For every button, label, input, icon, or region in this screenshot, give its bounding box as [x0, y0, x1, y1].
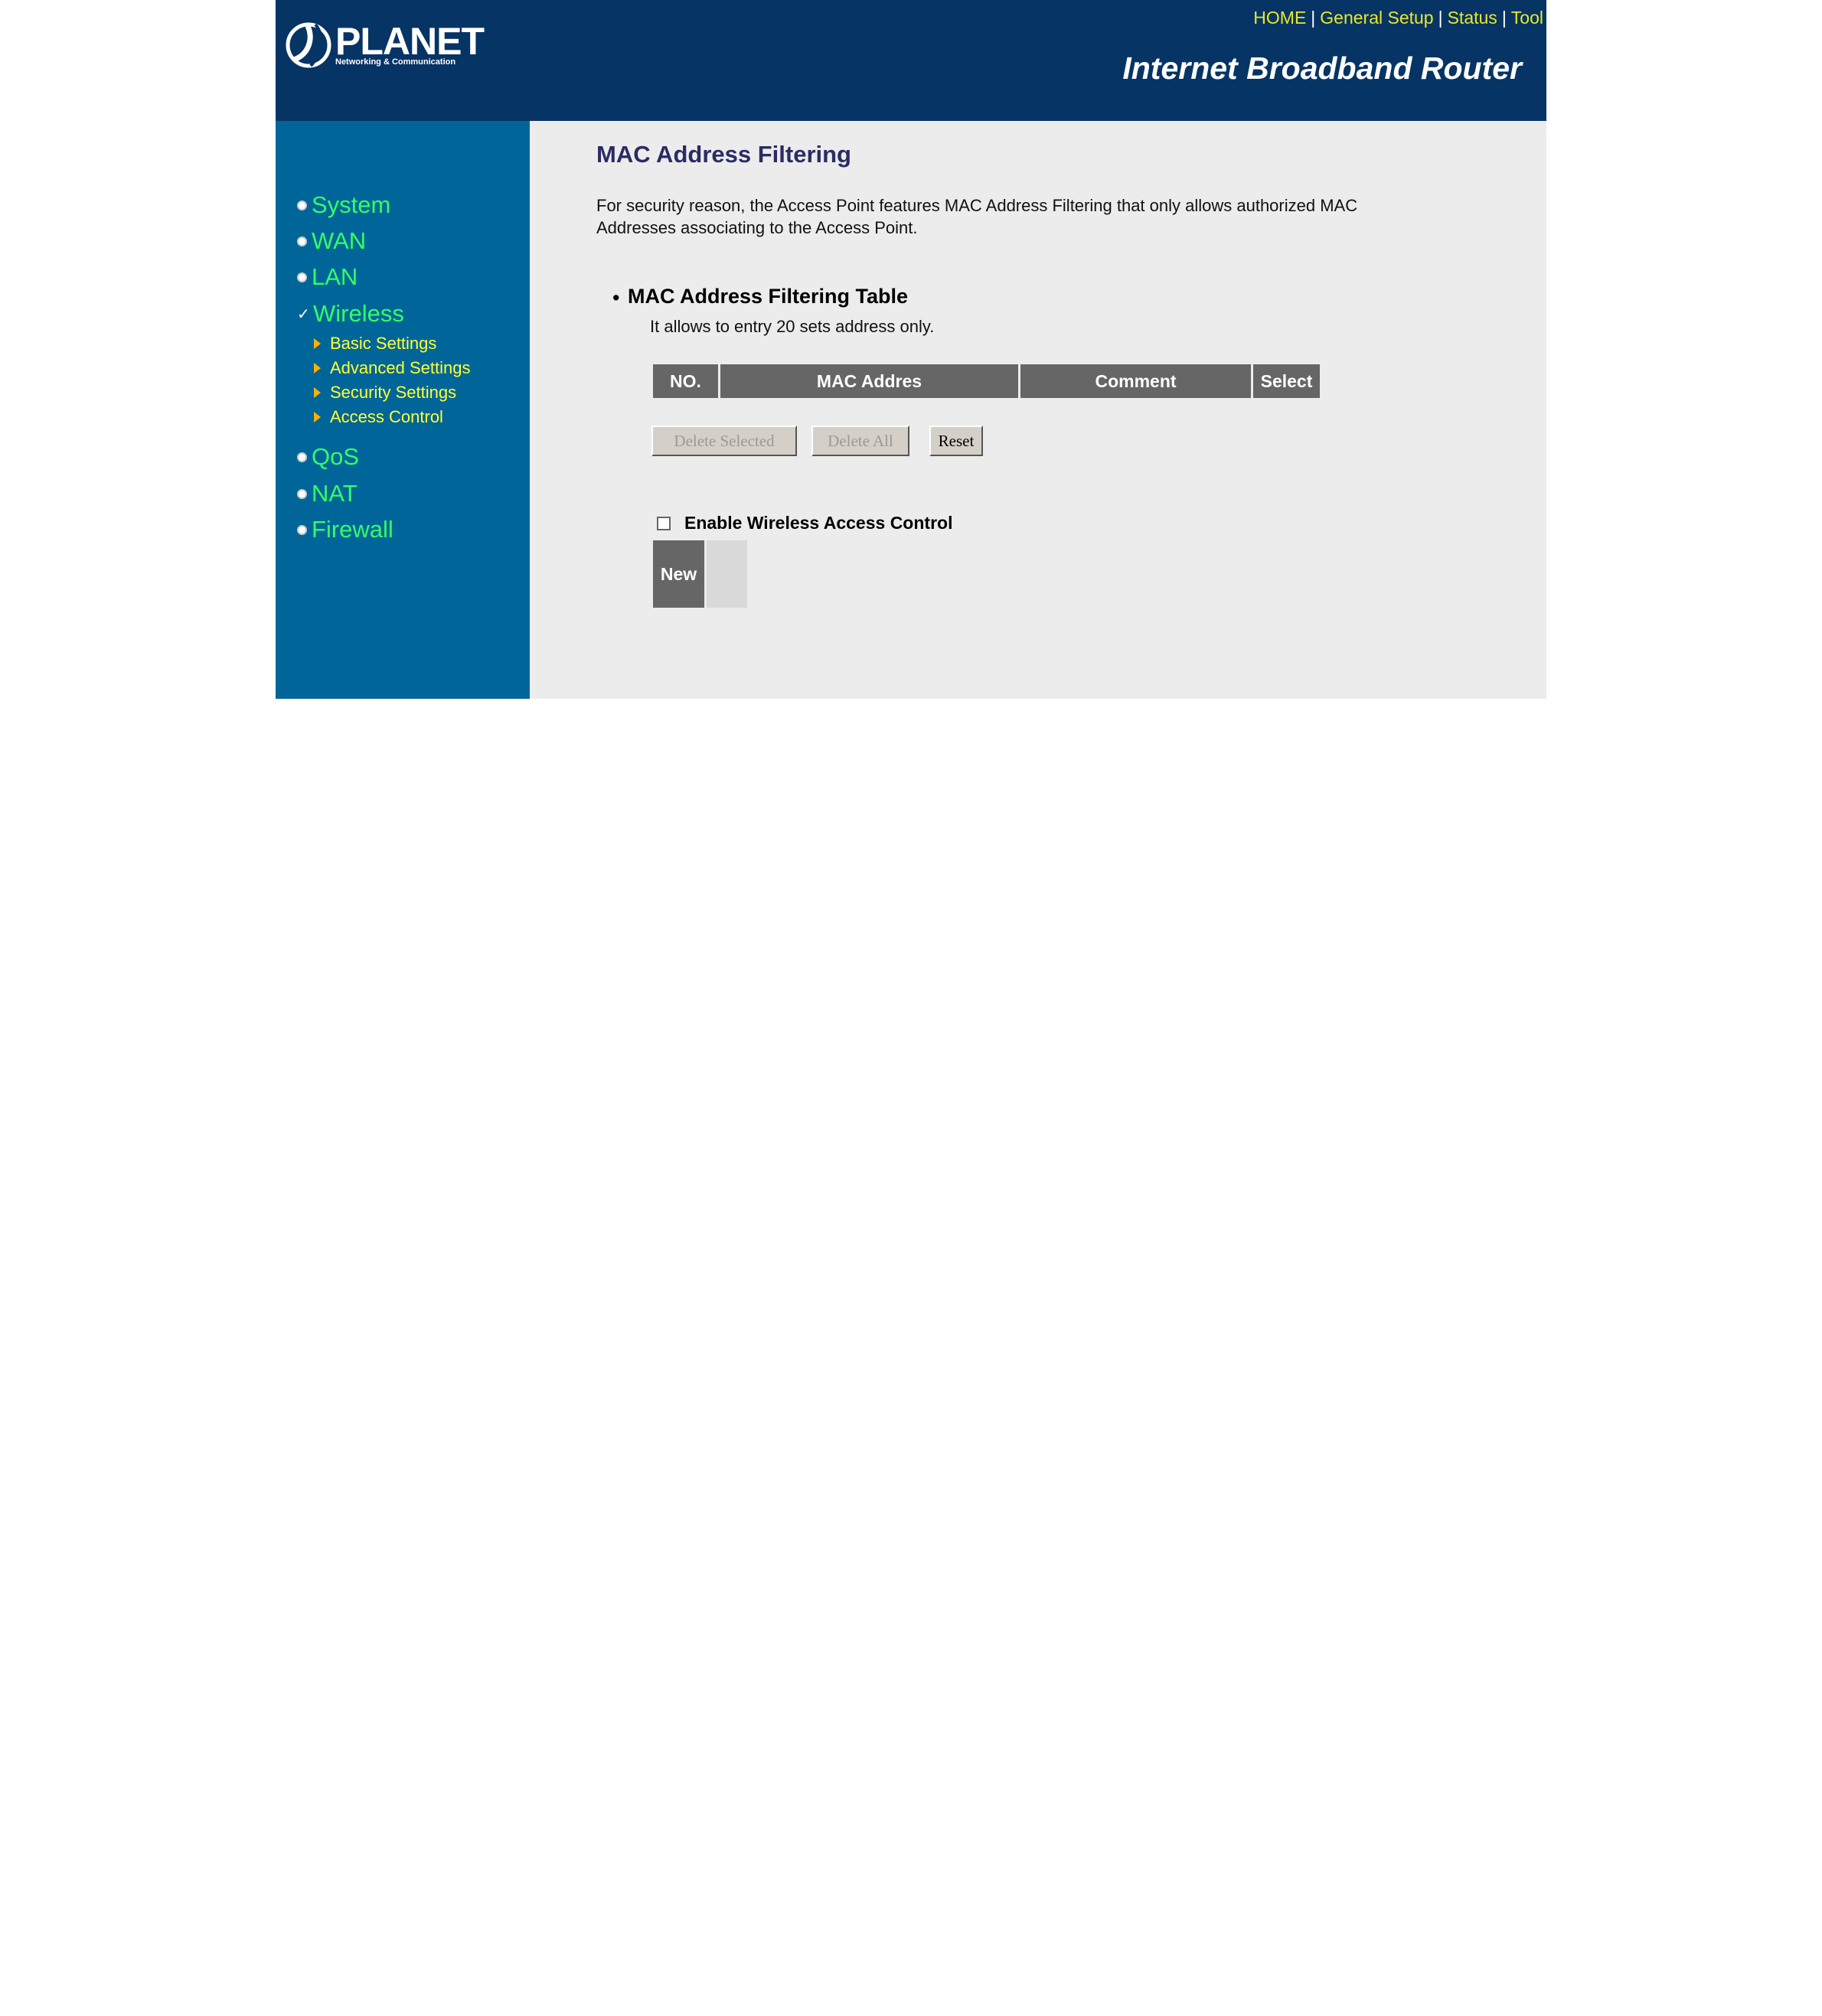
arrow-right-icon — [314, 387, 321, 398]
sidebar-subitem-label: Security Settings — [330, 383, 457, 402]
sidebar-item-system[interactable]: System — [297, 191, 390, 219]
nav-link-home[interactable]: HOME — [1253, 8, 1306, 28]
main-content: MAC Address Filtering For security reaso… — [530, 121, 1546, 699]
bullet-icon — [297, 200, 307, 210]
bullet-icon — [297, 488, 307, 499]
column-header-comment: Comment — [1020, 364, 1251, 398]
mac-cell-ext50 — [707, 540, 747, 608]
sidebar-item-label: LAN — [312, 263, 358, 290]
sidebar-item-wan[interactable]: WAN — [297, 227, 366, 255]
sidebar-item-qos[interactable]: QoS — [297, 443, 359, 471]
enable-access-control-row: Enable Wireless Access Control — [657, 513, 952, 533]
enable-access-control-checkbox[interactable] — [657, 516, 671, 530]
nav-link-tool[interactable]: Tool — [1511, 8, 1543, 28]
reset-button[interactable]: Reset — [929, 426, 983, 456]
delete-selected-button[interactable]: Delete Selected — [651, 426, 797, 456]
sidebar-subitem-label: Access Control — [330, 407, 443, 426]
check-icon: ✓ — [297, 305, 310, 323]
bullet-icon — [297, 236, 307, 246]
sidebar-item-label: QoS — [312, 443, 360, 470]
sidebar-item-firewall[interactable]: Firewall — [297, 516, 393, 543]
bullet-icon — [297, 452, 307, 462]
sidebar-subitem-access-control[interactable]: Access Control — [314, 407, 443, 427]
section-bullet: • — [612, 286, 620, 309]
intro-text: For security reason, the Access Point fe… — [596, 196, 1358, 237]
arrow-right-icon — [314, 363, 321, 374]
planet-logo: PLANET Networking & Communication — [285, 20, 485, 70]
sidebar-subitem-label: Basic Settings — [330, 334, 437, 353]
arrow-right-icon — [314, 338, 321, 349]
column-header-no: NO. — [653, 364, 718, 398]
column-header-select: Select — [1253, 364, 1320, 398]
nav-link-status[interactable]: Status — [1448, 8, 1497, 28]
delete-all-button[interactable]: Delete All — [811, 426, 909, 456]
sidebar-item-lan[interactable]: LAN — [297, 263, 358, 291]
sidebar-subitem-label: Advanced Settings — [330, 358, 471, 377]
page-title: MAC Address Filtering — [596, 141, 851, 168]
sidebar-item-wireless[interactable]: ✓ Wireless — [297, 300, 404, 328]
sidebar-subitem-security-settings[interactable]: Security Settings — [314, 383, 456, 403]
section-title: MAC Address Filtering Table — [628, 285, 909, 308]
sidebar-item-nat[interactable]: NAT — [297, 480, 358, 507]
product-name: Internet Broadband Router — [1122, 51, 1522, 86]
sidebar-item-label: WAN — [312, 227, 367, 254]
section-subtitle: It allows to entry 20 sets address only. — [650, 317, 935, 336]
bullet-icon — [297, 272, 307, 282]
sidebar-item-label: Firewall — [312, 516, 393, 543]
nav-link-general-setup[interactable]: General Setup — [1320, 8, 1433, 28]
top-navigation: HOME | General Setup | Status | Tool — [1253, 8, 1543, 28]
sidebar-subitem-advanced-settings[interactable]: Advanced Settings — [314, 358, 470, 378]
sidebar-item-label: Wireless — [313, 300, 404, 327]
router-window: PLANET Networking & Communication HOME | G… — [276, 0, 1546, 699]
header-bar: PLANET Networking & Communication HOME | G… — [276, 0, 1546, 121]
logo-text: PLANET — [335, 20, 485, 63]
new-entry-label: New — [653, 540, 704, 608]
enable-access-control-label: Enable Wireless Access Control — [684, 513, 953, 533]
sidebar-item-label: NAT — [312, 480, 358, 507]
arrow-right-icon — [314, 412, 321, 422]
sidebar-item-label: System — [312, 191, 391, 218]
column-header-mac: MAC Addres — [720, 364, 1018, 398]
planet-globe-icon — [286, 22, 331, 68]
bullet-icon — [297, 524, 307, 535]
sidebar-subitem-basic-settings[interactable]: Basic Settings — [314, 334, 436, 354]
sidebar: System WAN LAN ✓ Wireless Basic Settings … — [276, 121, 530, 699]
